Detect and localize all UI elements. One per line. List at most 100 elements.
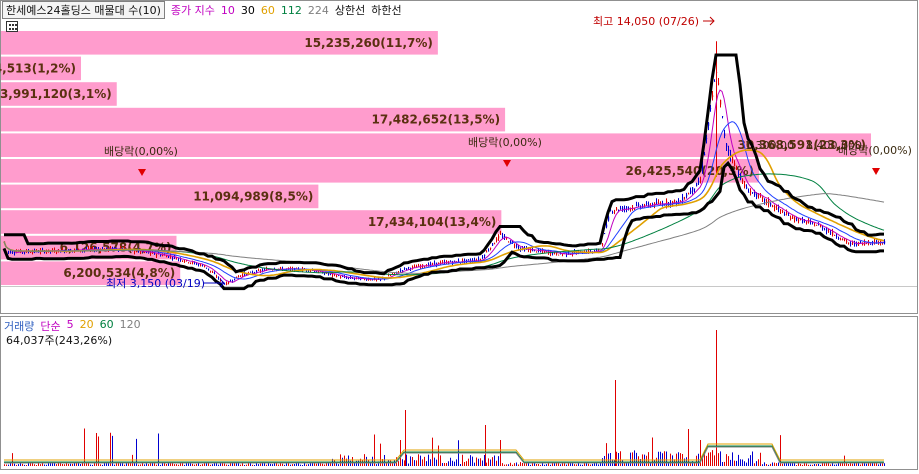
candle-body <box>494 243 496 245</box>
candle-body <box>792 215 794 219</box>
candle-body <box>704 153 706 156</box>
candle-body <box>762 196 764 199</box>
candle-body <box>390 275 392 277</box>
candle-body <box>366 279 368 281</box>
candle-body <box>846 240 848 243</box>
candle-body <box>486 251 488 253</box>
candle-body <box>612 212 614 213</box>
candle-body <box>562 254 564 255</box>
candle-body <box>140 251 142 253</box>
candle-body <box>628 207 630 209</box>
volume-current-value: 64,037주(243,26%) <box>6 334 113 347</box>
candle-body <box>492 243 494 246</box>
candle-body <box>614 210 616 212</box>
candle-body <box>748 191 750 193</box>
candle-body <box>770 202 772 206</box>
candle-body <box>764 198 766 202</box>
candle-body <box>316 271 318 273</box>
candle-body <box>250 271 252 273</box>
candle-body <box>14 252 16 254</box>
candle-body <box>56 251 58 253</box>
candle-body <box>506 238 508 239</box>
candle-body <box>10 251 12 254</box>
candle-body <box>774 206 776 208</box>
candle-body <box>596 250 598 251</box>
candle-body <box>466 259 468 261</box>
candle-body <box>106 247 108 249</box>
candle-body <box>156 254 158 256</box>
candle-body <box>406 268 408 270</box>
candle-body <box>604 233 606 235</box>
candle-body <box>606 224 608 228</box>
candle-body <box>658 202 660 204</box>
candle-body <box>790 217 792 220</box>
calculator-icon[interactable] <box>6 21 18 32</box>
candle-body <box>674 200 676 202</box>
candle-body <box>608 216 610 221</box>
candle-body <box>698 180 700 184</box>
candle-body <box>210 270 212 272</box>
candle-body <box>632 207 634 208</box>
candle-body <box>260 270 262 272</box>
candle-body <box>160 254 162 256</box>
volume-ma-120: 120 <box>119 318 141 331</box>
candle-body <box>722 116 724 118</box>
candle-body <box>828 230 830 232</box>
candle-body <box>558 254 560 256</box>
candle-body <box>718 83 720 85</box>
chart-canvas: 15,235,260(11,7%) 1,494,513(1,2%) 3,991,12… <box>0 0 918 470</box>
indicator-label: 종가 지수 <box>170 4 215 17</box>
candle-body <box>402 270 404 272</box>
candle-body <box>700 180 702 182</box>
candle-body <box>702 165 704 170</box>
lower-band-label: 하한선 <box>371 4 402 17</box>
candle-body <box>690 190 692 193</box>
candle-body <box>252 272 254 274</box>
candle-body <box>8 251 10 253</box>
stock-name[interactable]: 한세예스24홀딩스 매물대 수(10) <box>2 1 165 19</box>
candle-body <box>144 252 146 253</box>
candle-body <box>820 225 822 228</box>
volume-profile-label: 15,235,260(11,7%) <box>304 36 433 50</box>
candle-body <box>788 215 790 217</box>
candle-body <box>454 260 456 262</box>
candle-body <box>176 258 178 260</box>
candle-body <box>214 273 216 275</box>
candle-body <box>12 251 14 253</box>
candle-body <box>188 262 190 264</box>
candle-body <box>432 263 434 265</box>
candle-body <box>370 279 372 281</box>
candle-body <box>696 182 698 187</box>
candle-body <box>180 258 182 261</box>
ma-period-30: 30 <box>240 3 255 17</box>
candle-body <box>728 149 730 151</box>
candle-body <box>206 267 208 269</box>
candle-body <box>224 283 226 285</box>
candle-body <box>336 275 338 277</box>
candle-body <box>776 207 778 210</box>
candle-body <box>794 217 796 220</box>
candle-body <box>404 268 406 269</box>
candle-body <box>414 266 416 267</box>
candle-body <box>638 204 640 206</box>
high-arrow <box>703 16 715 26</box>
dividend-annotation: 배당락(0,00%) <box>104 145 178 158</box>
candle-body <box>746 186 748 189</box>
candle-body <box>514 245 516 247</box>
candle-body <box>30 252 32 253</box>
candle-body <box>408 267 410 268</box>
candle-body <box>502 235 504 238</box>
candle-body <box>218 277 220 279</box>
candle-body <box>818 224 820 226</box>
candle-body <box>240 275 242 277</box>
candle-body <box>726 143 728 147</box>
dividend-annotation: 배당락(0,00%) <box>468 136 542 149</box>
candle-body <box>826 229 828 232</box>
candle-body <box>314 271 316 272</box>
candle-body <box>488 250 490 252</box>
stock-chart: 15,235,260(11,7%) 1,494,513(1,2%) 3,991,12… <box>0 0 919 471</box>
candle-body <box>750 191 752 192</box>
candle-body <box>744 184 746 187</box>
candle-body <box>766 200 768 203</box>
candle-body <box>626 206 628 209</box>
